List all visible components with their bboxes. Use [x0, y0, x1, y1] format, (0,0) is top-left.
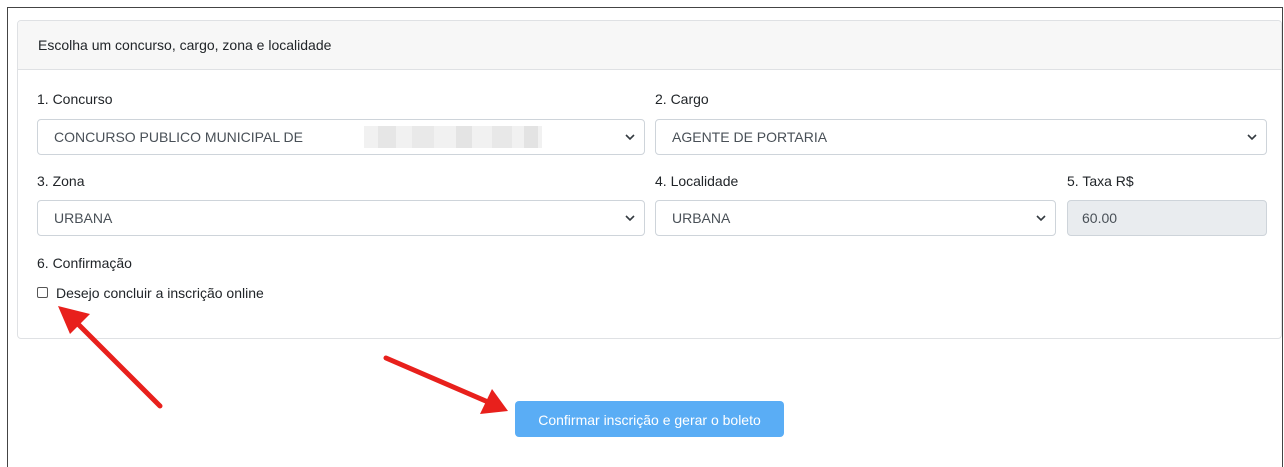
confirm-checkbox[interactable] — [37, 287, 48, 298]
concurso-label: 1. Concurso — [37, 91, 113, 107]
zona-select-value: URBANA — [54, 210, 113, 226]
chevron-down-icon — [1246, 120, 1258, 154]
confirm-submit-button[interactable]: Confirmar inscrição e gerar o boleto — [515, 401, 784, 437]
concurso-select-value: CONCURSO PUBLICO MUNICIPAL DE — [54, 129, 303, 145]
taxa-label: 5. Taxa R$ — [1067, 173, 1134, 189]
taxa-field: 60.00 — [1067, 200, 1267, 236]
confirmacao-label: 6. Confirmação — [37, 255, 132, 271]
cargo-label: 2. Cargo — [655, 91, 709, 107]
zona-select[interactable]: URBANA — [37, 200, 645, 236]
localidade-select[interactable]: URBANA — [655, 200, 1056, 236]
localidade-label: 4. Localidade — [655, 173, 739, 189]
confirm-checkbox-label[interactable]: Desejo concluir a inscrição online — [56, 285, 264, 301]
localidade-select-value: URBANA — [672, 210, 731, 226]
redacted-block — [364, 126, 542, 148]
chevron-down-icon — [1035, 201, 1047, 235]
zona-label: 3. Zona — [37, 173, 85, 189]
cargo-select[interactable]: AGENTE DE PORTARIA — [655, 119, 1267, 155]
card-header: Escolha um concurso, cargo, zona e local… — [18, 21, 1281, 70]
chevron-down-icon — [624, 201, 636, 235]
concurso-select[interactable]: CONCURSO PUBLICO MUNICIPAL DE — [37, 119, 645, 155]
cargo-select-value: AGENTE DE PORTARIA — [672, 129, 828, 145]
chevron-down-icon — [624, 120, 636, 154]
